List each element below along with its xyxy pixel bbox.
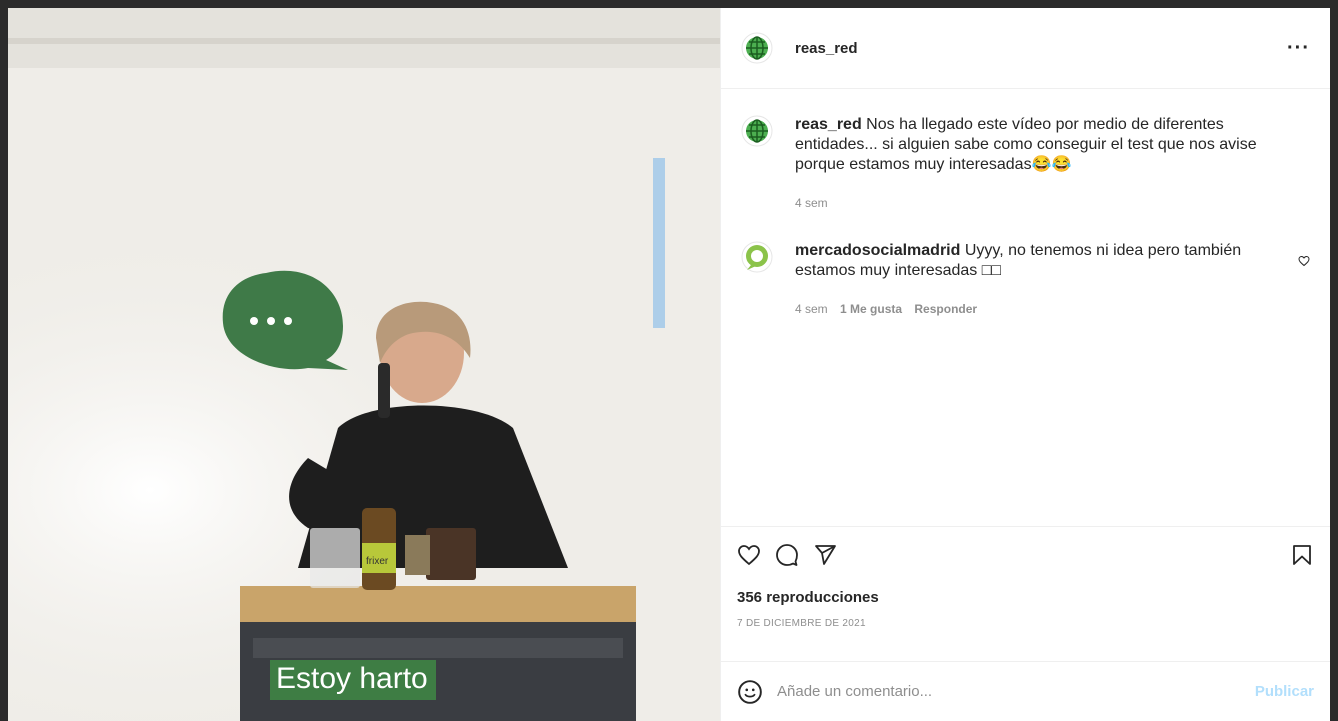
caption-body: reas_red Nos ha llegado este vídeo por m… <box>795 115 1260 213</box>
comment-icon[interactable] <box>775 543 799 567</box>
speech-bubble-logo-icon <box>741 241 773 273</box>
save-bookmark-icon[interactable] <box>1290 543 1314 567</box>
comment-input[interactable] <box>777 683 1255 700</box>
video-frame: frixer <box>8 8 720 721</box>
emoji-icon[interactable] <box>737 679 763 705</box>
comment-item: mercadosocialmadrid Uyyy, no tenemos ni … <box>741 241 1310 319</box>
like-comment-icon[interactable] <box>1298 255 1310 267</box>
caption-username[interactable]: reas_red <box>795 116 862 133</box>
more-options-icon[interactable]: ··· <box>1287 37 1310 60</box>
avatar[interactable] <box>741 241 773 273</box>
caption-meta: 4 sem <box>795 193 1260 213</box>
action-icons <box>737 543 1314 567</box>
comment-body: mercadosocialmadrid Uyyy, no tenemos ni … <box>795 241 1260 319</box>
post-date[interactable]: 7 DE DICIEMBRE DE 2021 <box>737 618 1314 629</box>
video-subtitle: Estoy harto <box>270 660 436 700</box>
post-panel: reas_red ··· reas_red Nos ha llegado est… <box>720 8 1330 721</box>
post-modal: frixer Estoy harto reas_red ··· reas_red… <box>8 8 1330 721</box>
comment-likes[interactable]: 1 Me gusta <box>840 302 902 316</box>
view-count[interactable]: 356 reproducciones <box>737 589 1314 606</box>
comment-meta: 4 sem 1 Me gusta Responder <box>795 299 1260 319</box>
globe-icon <box>741 32 773 64</box>
comments-list: reas_red Nos ha llegado este vídeo por m… <box>721 89 1330 526</box>
avatar[interactable] <box>741 115 773 147</box>
caption-text: Nos ha llegado este vídeo por medio de d… <box>795 116 1257 173</box>
publish-button[interactable]: Publicar <box>1255 683 1314 700</box>
post-header: reas_red ··· <box>721 8 1330 89</box>
caption-comment: reas_red Nos ha llegado este vídeo por m… <box>741 115 1310 213</box>
reply-button[interactable]: Responder <box>914 302 977 316</box>
video-player[interactable]: frixer Estoy harto <box>8 8 720 721</box>
comment-time[interactable]: 4 sem <box>795 302 828 316</box>
add-comment-bar: Publicar <box>721 661 1330 721</box>
post-actions: 356 reproducciones 7 DE DICIEMBRE DE 202… <box>721 526 1330 661</box>
bottle-label: frixer <box>366 556 389 567</box>
avatar[interactable] <box>741 32 773 64</box>
globe-icon <box>741 115 773 147</box>
caption-time[interactable]: 4 sem <box>795 196 828 210</box>
author-username[interactable]: reas_red <box>795 40 858 57</box>
share-icon[interactable] <box>813 543 837 567</box>
like-icon[interactable] <box>737 543 761 567</box>
comment-username[interactable]: mercadosocialmadrid <box>795 242 960 259</box>
